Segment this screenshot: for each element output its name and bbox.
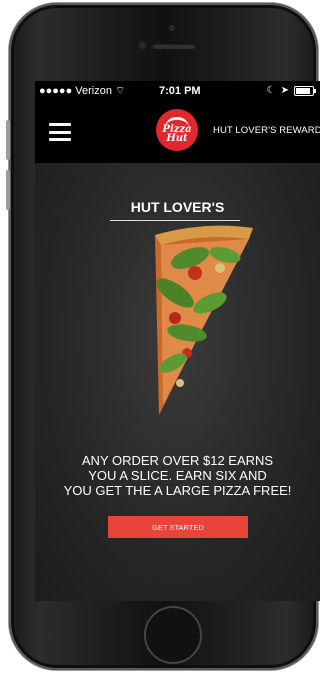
rewards-link[interactable]: HUT LOVER'S REWARDS bbox=[213, 125, 320, 136]
pizza-hut-logo[interactable]: Pizza Hut bbox=[156, 109, 198, 151]
promo-line-1: ANY ORDER OVER $12 EARNS bbox=[81, 453, 274, 468]
home-button[interactable] bbox=[144, 606, 202, 664]
battery-icon bbox=[294, 85, 316, 96]
earpiece-speaker bbox=[152, 43, 196, 49]
moon-icon: ☾ bbox=[266, 85, 276, 96]
page-title: HUT LOVER'S bbox=[130, 199, 225, 215]
navigation-bar: Pizza Hut HUT LOVER'S REWARDS bbox=[35, 103, 320, 163]
promo-line-3: YOU GET THE A LARGE PIZZA FREE! bbox=[63, 483, 292, 498]
title-underline bbox=[110, 220, 240, 221]
get-started-button[interactable]: GET STARTED bbox=[108, 516, 248, 538]
app-screen: ●●●●● Verizon ⌔ 7:01 PM ☾ ➤ Pizza Hut HU… bbox=[35, 81, 320, 601]
pizza-slice-image bbox=[155, 225, 253, 415]
volume-up-button bbox=[6, 120, 10, 160]
hamburger-icon[interactable] bbox=[49, 123, 71, 141]
location-icon: ➤ bbox=[280, 85, 289, 96]
carrier-label: ●●●●● Verizon bbox=[39, 85, 112, 97]
status-time: 7:01 PM bbox=[159, 85, 201, 97]
promo-text: ANY ORDER OVER $12 EARNS YOU A SLICE. EA… bbox=[35, 453, 320, 498]
proximity-sensor bbox=[169, 25, 175, 31]
promo-line-2: YOU A SLICE. EARN SIX AND bbox=[88, 468, 267, 483]
front-camera bbox=[138, 41, 147, 50]
rewards-promo-section: HUT LOVER'S ANY ORDER OVER $12 EARNS YOU… bbox=[35, 163, 320, 601]
volume-down-button bbox=[6, 170, 10, 210]
logo-text-hut: Hut bbox=[166, 133, 188, 144]
status-bar: ●●●●● Verizon ⌔ 7:01 PM ☾ ➤ bbox=[35, 81, 320, 103]
wifi-icon: ⌔ bbox=[115, 85, 126, 97]
